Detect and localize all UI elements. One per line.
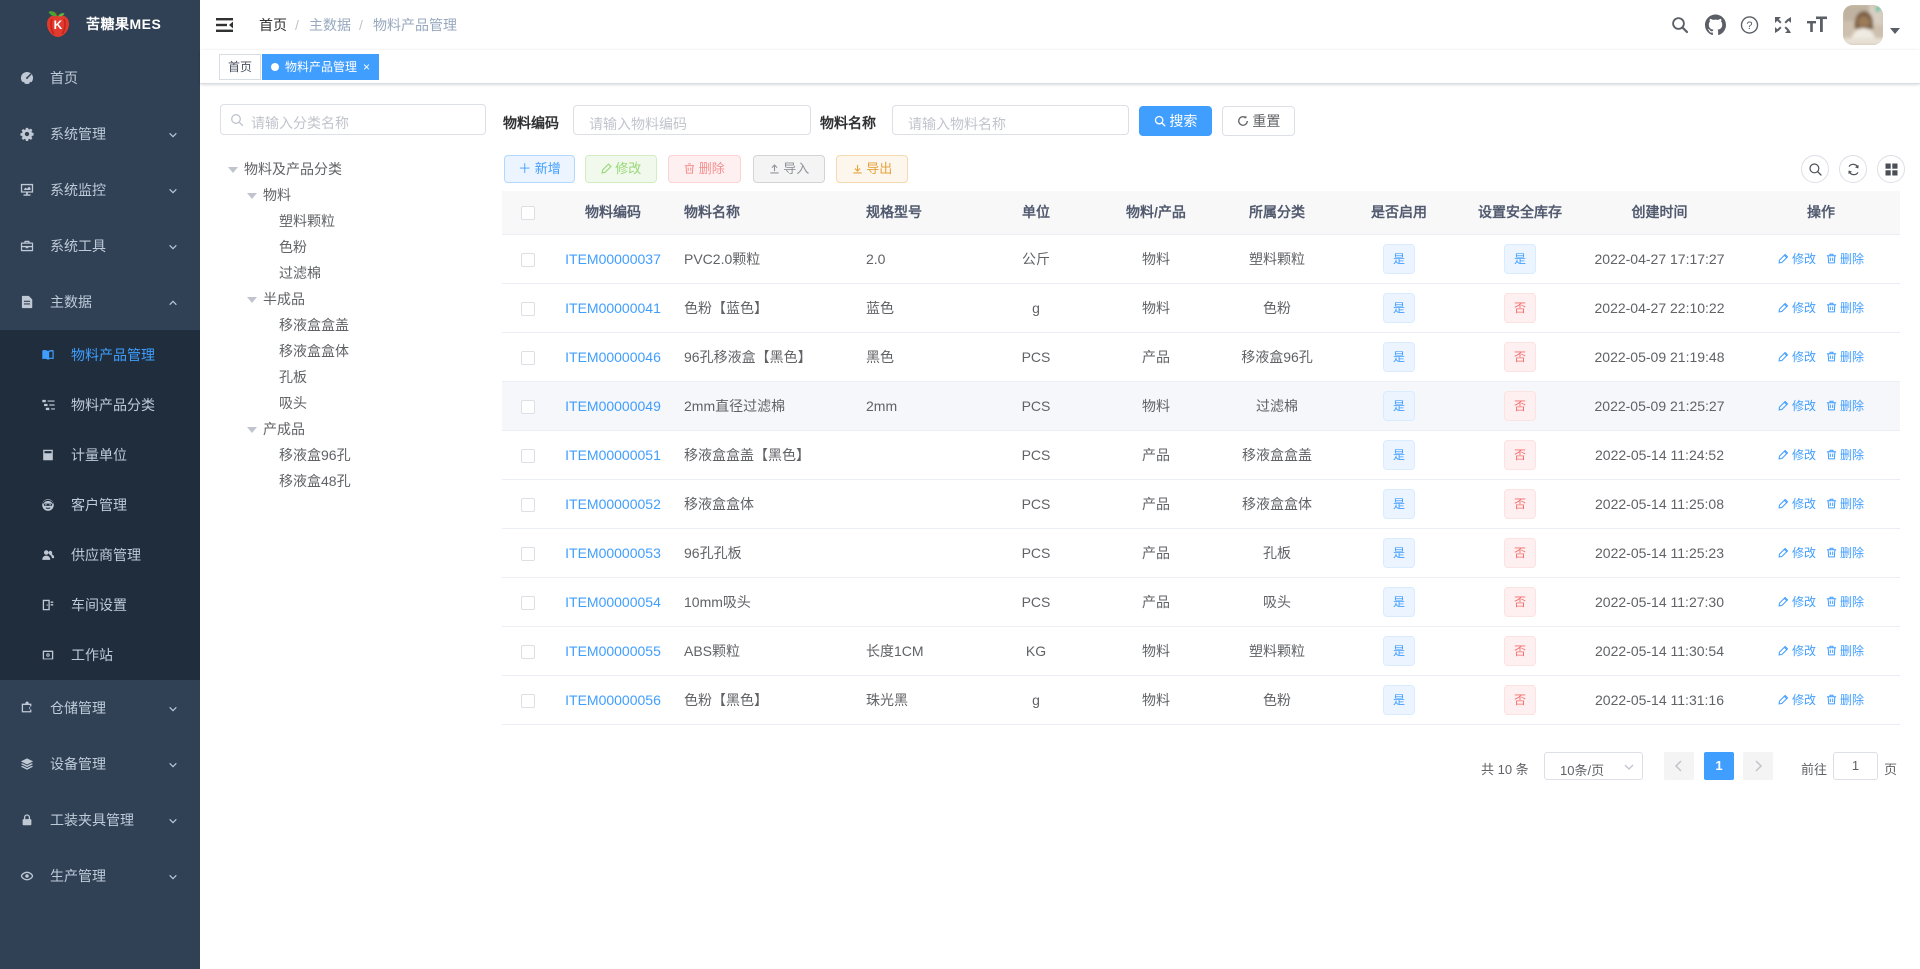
- svg-text:?: ?: [1746, 20, 1752, 32]
- svg-text:K: K: [54, 18, 63, 32]
